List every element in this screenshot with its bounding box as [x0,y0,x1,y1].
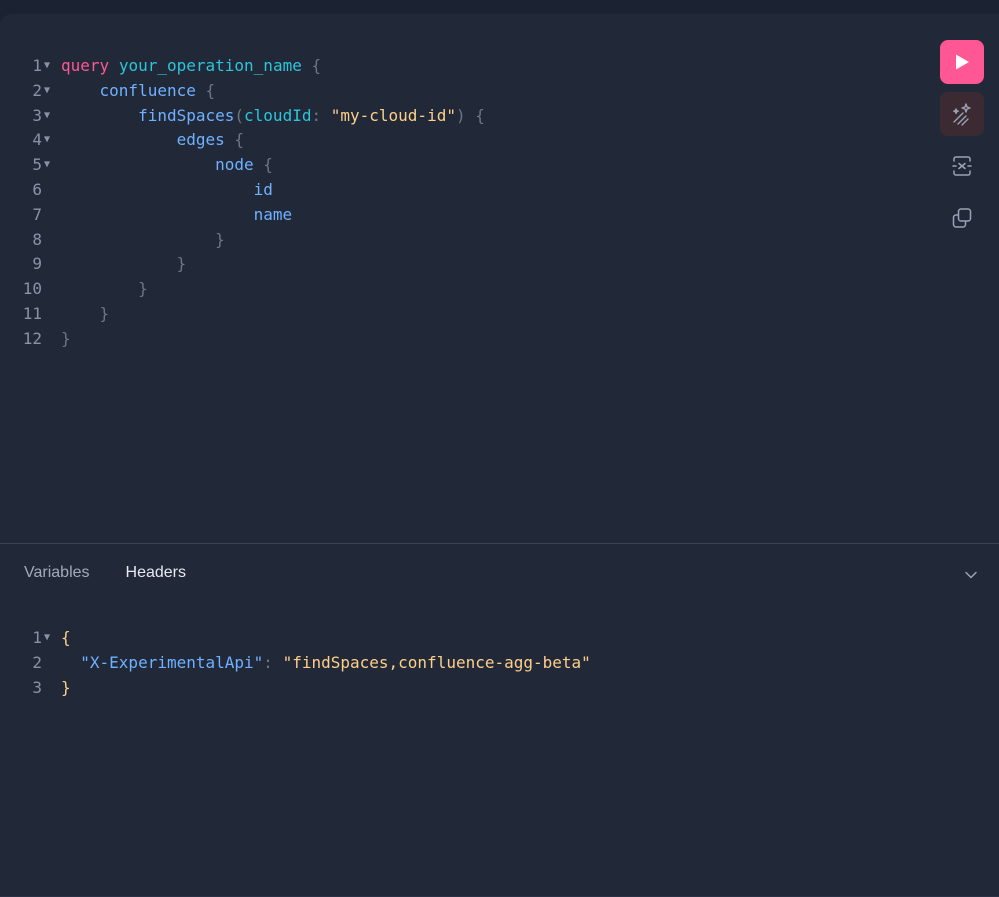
code-text: } [61,676,71,701]
code-text: } [61,327,71,352]
code-token: ) { [455,105,485,125]
code-text: } [61,302,110,327]
code-text: "X-ExperimentalApi": "findSpaces,conflue… [61,651,591,676]
code-token: : [311,105,331,125]
code-token: } [61,677,71,697]
fold-toggle-icon[interactable]: ▼ [44,626,56,651]
run-query-button[interactable] [940,40,984,84]
code-token: edges [176,130,225,150]
line-number: 1 [32,628,42,647]
code-token: : [263,652,283,672]
code-token: id [253,179,273,199]
line-number: 12 [22,328,42,348]
fold-toggle-icon[interactable]: ▼ [44,153,56,178]
graphql-editor-panel: 1 ▼ query your_operation_name {2 ▼ confluen… [0,14,999,897]
code-token: } [99,303,110,323]
line-number: 11 [22,303,42,323]
code-text: findSpaces(cloudId: "my-cloud-id") { [61,104,485,129]
code-token: confluence [99,80,196,100]
code-text: } [61,252,187,277]
code-text: query your_operation_name { [61,54,321,79]
merge-fragments-button[interactable] [940,144,984,188]
copy-icon [952,208,972,228]
line-number: 6 [32,179,42,199]
prettify-button[interactable] [940,92,984,136]
code-text: edges { [61,128,244,153]
tab-headers[interactable]: Headers [126,564,186,582]
line-number: 3 [32,105,42,125]
tab-variables[interactable]: Variables [24,564,90,582]
code-token: node [215,155,254,175]
panel-divider[interactable] [0,543,999,544]
code-token: name [253,204,293,224]
code-token: findSpaces [138,105,235,125]
fold-toggle-icon[interactable]: ▼ [44,54,56,79]
code-token: { [301,56,322,75]
line-number: 2 [32,80,42,100]
code-token: your_operation_name [118,56,302,75]
code-text: name [61,203,293,228]
code-token: { [61,628,71,647]
code-token: ( [234,105,245,125]
code-token: { [224,130,245,150]
code-token: query [61,56,110,75]
code-text: confluence { [61,79,216,104]
code-token: cloudId [244,105,312,125]
fold-toggle-icon[interactable]: ▼ [44,104,56,129]
merge-fragments-icon [952,156,972,176]
code-token: } [61,328,71,348]
code-token: } [215,229,225,249]
code-text: id [61,178,273,203]
code-token: } [176,254,187,274]
code-text: node { [61,153,273,178]
code-token: "my-cloud-id" [330,105,456,125]
editor-tools-tabs: Variables Headers [24,564,186,582]
fold-toggle-icon[interactable]: ▼ [44,128,56,153]
code-text: } [61,228,225,253]
line-number: 10 [22,279,42,299]
play-icon [956,54,969,70]
editor-toolbar [940,40,985,248]
code-text: { [61,626,71,651]
copy-query-button[interactable] [940,196,984,240]
magic-wand-icon [953,103,971,126]
chevron-down-icon[interactable] [961,565,981,585]
line-number: 8 [32,229,42,249]
code-token: { [253,155,273,175]
fold-toggle-icon[interactable]: ▼ [44,79,56,104]
code-token: } [138,279,148,299]
code-text: } [61,277,148,302]
code-token: { [195,80,216,100]
line-number: 1 [32,56,42,75]
line-number: 3 [32,677,42,697]
code-token: "findSpaces,confluence-agg-beta" [282,652,591,672]
line-number: 7 [32,204,42,224]
line-number: 2 [32,652,42,672]
line-number: 9 [32,254,42,274]
line-number: 5 [32,155,42,175]
line-number: 4 [32,130,42,150]
code-token: "X-ExperimentalApi" [80,652,264,672]
